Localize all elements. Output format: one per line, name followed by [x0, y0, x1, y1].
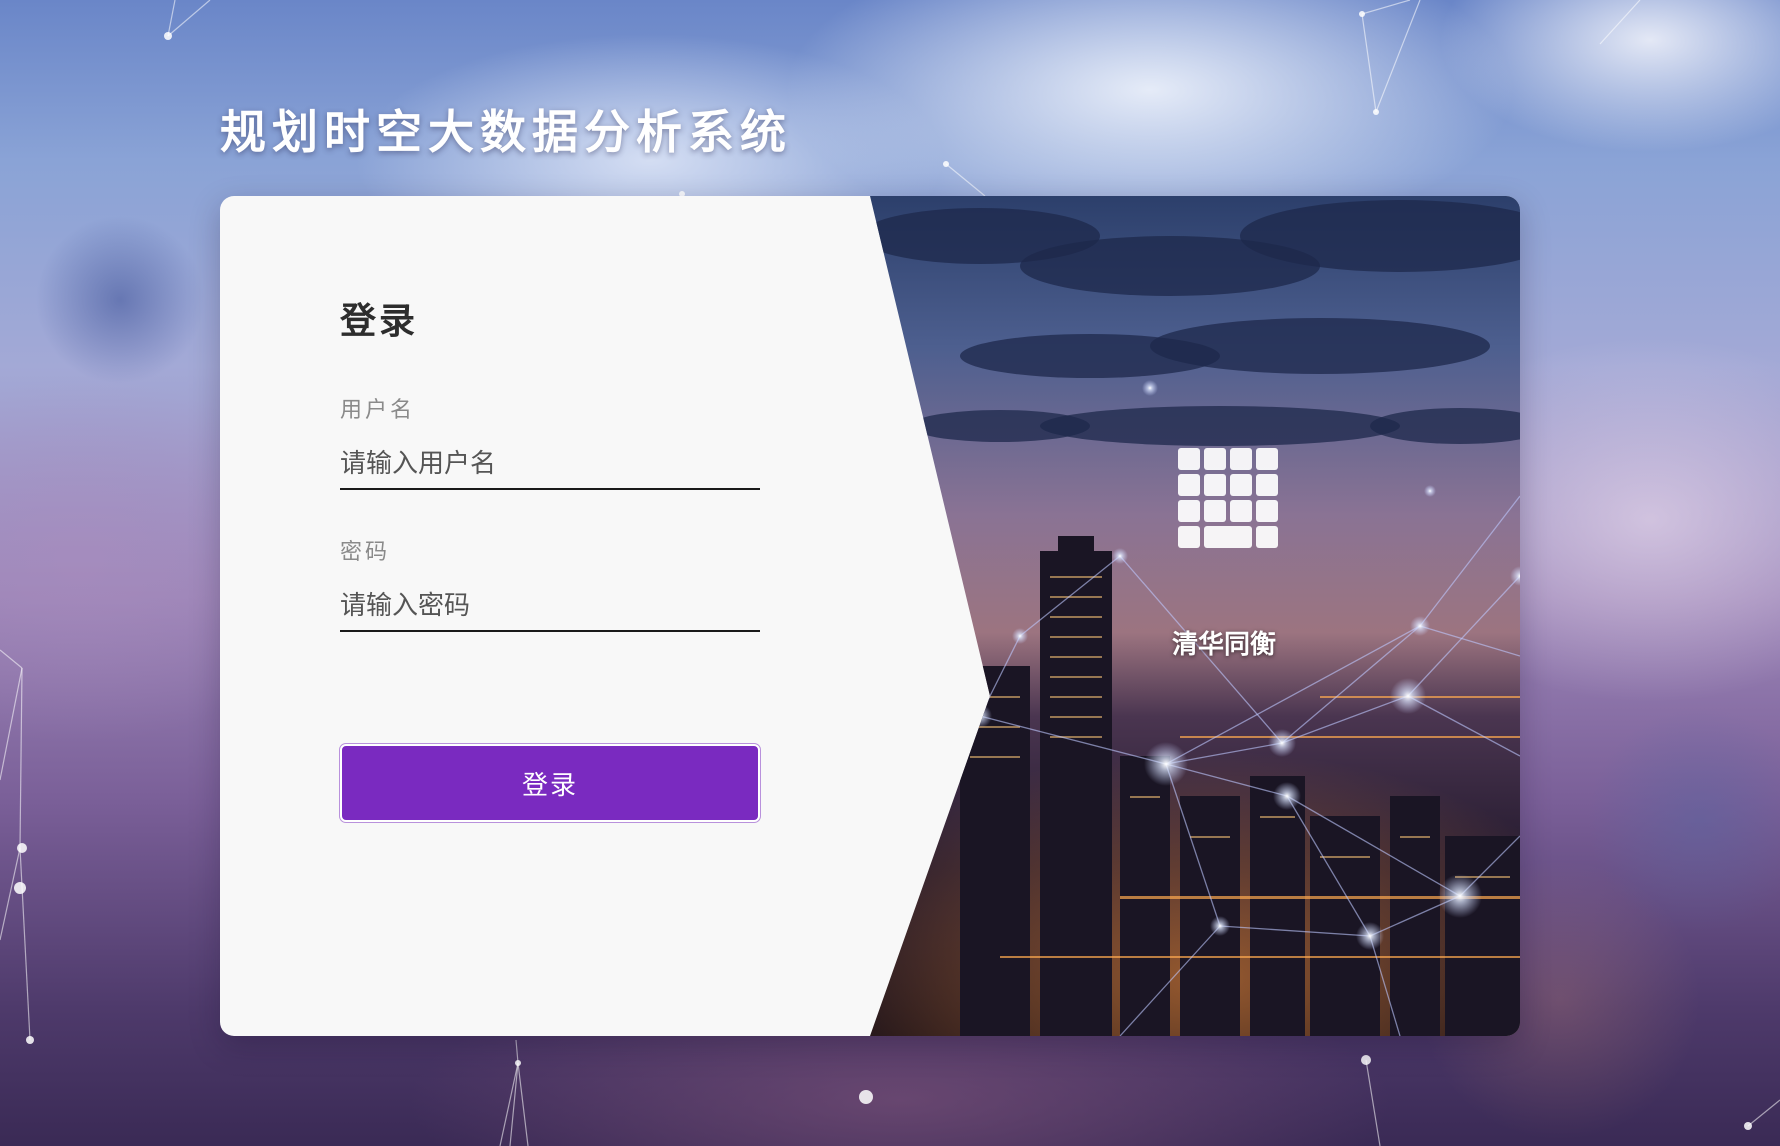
login-button[interactable]: 登录 — [340, 744, 760, 822]
login-heading: 登录 — [340, 301, 419, 342]
password-input[interactable] — [340, 582, 760, 632]
username-label: 用户名 — [340, 398, 416, 423]
login-form-panel: 登录 用户名 密码 登录 — [220, 196, 880, 1036]
app-title: 规划时空大数据分析系统 — [220, 105, 792, 159]
password-field-group: 密码 — [340, 534, 760, 632]
brand-name: 清华同衡 — [1171, 630, 1277, 660]
username-field-group: 用户名 — [340, 392, 760, 490]
password-label: 密码 — [340, 540, 391, 565]
login-card: 清华同衡 登录 用户名 密码 登录 — [220, 196, 1520, 1036]
username-input[interactable] — [340, 440, 760, 490]
